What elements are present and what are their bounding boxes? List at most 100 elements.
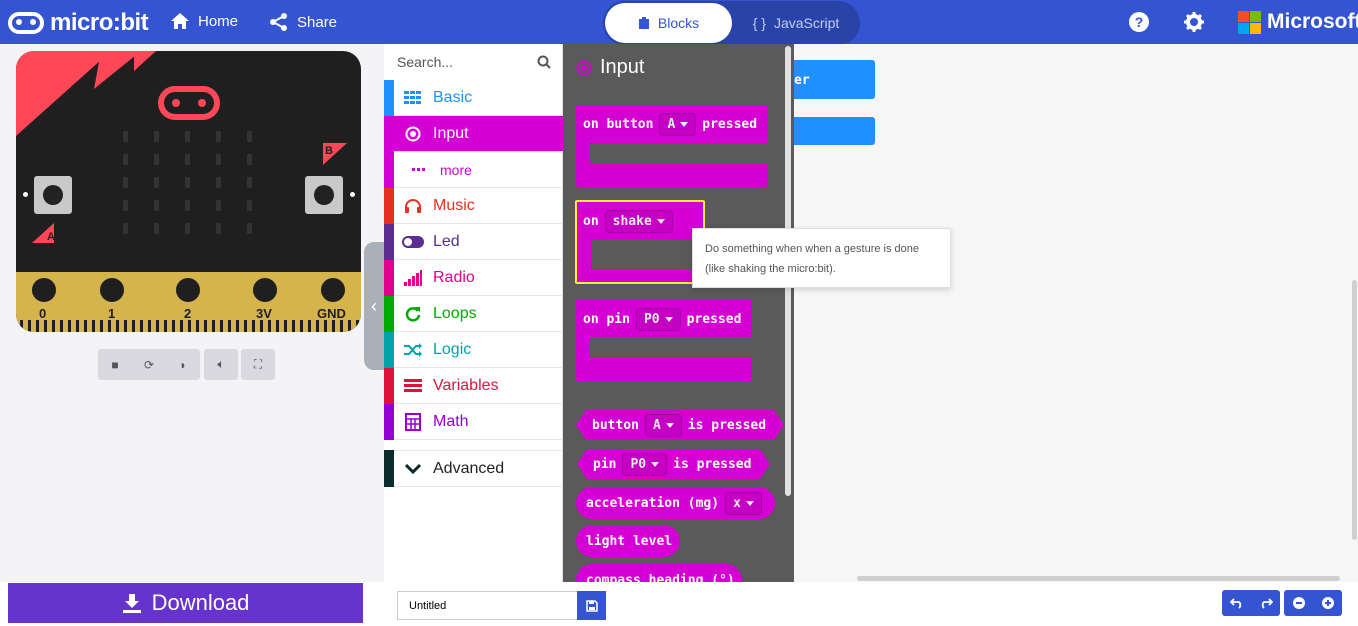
javascript-tab[interactable]: { } JavaScript — [734, 3, 858, 43]
workspace-block-text: er — [794, 73, 810, 88]
redo-icon[interactable] — [1251, 597, 1280, 609]
loop-arrow-icon — [402, 306, 424, 322]
toolbox-search[interactable]: Search... — [384, 44, 563, 80]
help-icon[interactable]: ? — [1129, 12, 1149, 32]
stop-icon[interactable]: ■ — [98, 358, 132, 372]
pin-label: 0 — [39, 306, 47, 321]
button-b[interactable] — [305, 176, 343, 214]
gear-icon[interactable] — [1184, 12, 1204, 32]
acceleration-block[interactable]: acceleration (mg) x — [576, 487, 775, 519]
gesture-dropdown[interactable]: shake — [604, 209, 673, 233]
share-button[interactable]: Share — [269, 12, 337, 32]
category-radio[interactable]: Radio — [384, 259, 563, 296]
button-dropdown[interactable]: A — [659, 112, 697, 136]
download-button[interactable]: Download — [8, 583, 363, 623]
pin-dropdown[interactable]: P0 — [635, 307, 681, 331]
calculator-icon — [402, 412, 424, 431]
search-icon[interactable] — [537, 55, 551, 69]
microbit-logo[interactable]: micro:bit — [8, 9, 149, 37]
category-label: Variables — [433, 376, 499, 394]
connector-tooth — [236, 320, 239, 332]
button-dropdown[interactable]: A — [645, 414, 682, 437]
category-basic[interactable]: Basic — [384, 79, 563, 116]
home-button[interactable]: Home — [170, 12, 238, 30]
pin-3v[interactable] — [250, 275, 280, 305]
svg-text:A: A — [47, 231, 54, 243]
save-button[interactable] — [577, 591, 606, 620]
flyout-title: Input — [600, 56, 645, 78]
pin-2[interactable] — [173, 275, 203, 305]
connector-tooth — [84, 320, 87, 332]
category-label: Logic — [433, 340, 472, 358]
pin-label: GND — [317, 306, 346, 321]
led — [185, 154, 190, 165]
connector-tooth — [76, 320, 79, 332]
workspace-block[interactable]: er — [794, 60, 875, 99]
pin-gnd[interactable] — [318, 275, 348, 305]
category-logic[interactable]: Logic — [384, 331, 563, 368]
pin-is-pressed-block[interactable]: pin P0 is pressed — [577, 449, 770, 479]
compass-heading-block[interactable]: compass heading (°) — [576, 564, 742, 582]
category-variables[interactable]: Variables — [384, 367, 563, 404]
category-advanced[interactable]: Advanced — [384, 450, 563, 487]
restart-icon[interactable]: ⟳ — [132, 358, 166, 372]
axis-dropdown[interactable]: x — [725, 491, 762, 515]
connector-tooth — [124, 320, 127, 332]
save-icon — [585, 599, 598, 612]
slow-motion-icon[interactable]: ◗ — [166, 358, 200, 372]
category-loops[interactable]: Loops — [384, 295, 563, 332]
button-is-pressed-block[interactable]: button A is pressed — [576, 410, 784, 440]
category-math[interactable]: Math — [384, 403, 563, 440]
category-input[interactable]: Input — [384, 115, 563, 152]
simulator-panel: A B 0 1 2 3V GND ■ ⟳ ◗ 🔈︎ ⛶ — [0, 44, 384, 582]
home-label: Home — [198, 12, 239, 30]
category-led[interactable]: Led — [384, 223, 563, 260]
workspace-horizontal-scrollbar[interactable] — [857, 576, 1340, 581]
on-gesture-block[interactable]: on shake — [575, 200, 705, 284]
workspace-block[interactable] — [794, 117, 875, 145]
led — [185, 200, 190, 211]
on-pin-pressed-block[interactable]: on pin P0 pressed — [576, 300, 752, 382]
connector-tooth — [28, 320, 31, 332]
pin-1[interactable] — [97, 275, 127, 305]
list-lines-icon — [402, 378, 424, 393]
category-input-more[interactable]: more — [384, 151, 563, 188]
category-music[interactable]: Music — [384, 187, 563, 224]
connector-tooth — [132, 320, 135, 332]
undo-redo-group — [1222, 590, 1280, 616]
collapse-simulator-button[interactable]: ‹ — [364, 242, 384, 370]
project-name-input[interactable] — [397, 591, 577, 620]
light-level-block[interactable]: light level — [576, 525, 680, 557]
fullscreen-button[interactable]: ⛶ — [241, 349, 275, 380]
search-input[interactable]: Search... — [397, 54, 453, 70]
connector-tooth — [116, 320, 119, 332]
microsoft-logo[interactable]: Microsoft — [1238, 10, 1358, 34]
connector-tooth — [156, 320, 159, 332]
button-a[interactable] — [34, 176, 72, 214]
block-text: button — [592, 417, 639, 433]
zoom-in-icon[interactable] — [1313, 596, 1342, 610]
pin-label: 2 — [184, 306, 192, 321]
block-text: compass heading (°) — [586, 573, 735, 582]
workspace-vertical-scrollbar[interactable] — [1352, 280, 1357, 540]
blocks-workspace[interactable]: er — [794, 44, 1358, 582]
sound-button[interactable]: 🔈︎ — [204, 349, 238, 380]
block-tooltip: Do something when when a gesture is done… — [692, 228, 951, 288]
pin-0[interactable] — [29, 275, 59, 305]
led — [123, 177, 128, 188]
block-text: on — [583, 213, 599, 229]
grid-icon — [402, 90, 424, 105]
sim-control-group: ■ ⟳ ◗ — [98, 349, 200, 380]
undo-icon[interactable] — [1222, 597, 1251, 609]
connector-tooth — [108, 320, 111, 332]
zoom-out-icon[interactable] — [1284, 596, 1313, 610]
connector-tooth — [348, 320, 351, 332]
on-button-pressed-block[interactable]: on button A pressed — [576, 105, 768, 187]
connector-tooth — [340, 320, 343, 332]
led — [154, 200, 159, 211]
category-label: Music — [433, 196, 475, 214]
microbit-board[interactable]: A B 0 1 2 3V GND — [16, 51, 361, 332]
download-icon — [122, 594, 141, 613]
blocks-tab[interactable]: Blocks — [605, 3, 732, 43]
pin-dropdown[interactable]: P0 — [622, 453, 667, 476]
